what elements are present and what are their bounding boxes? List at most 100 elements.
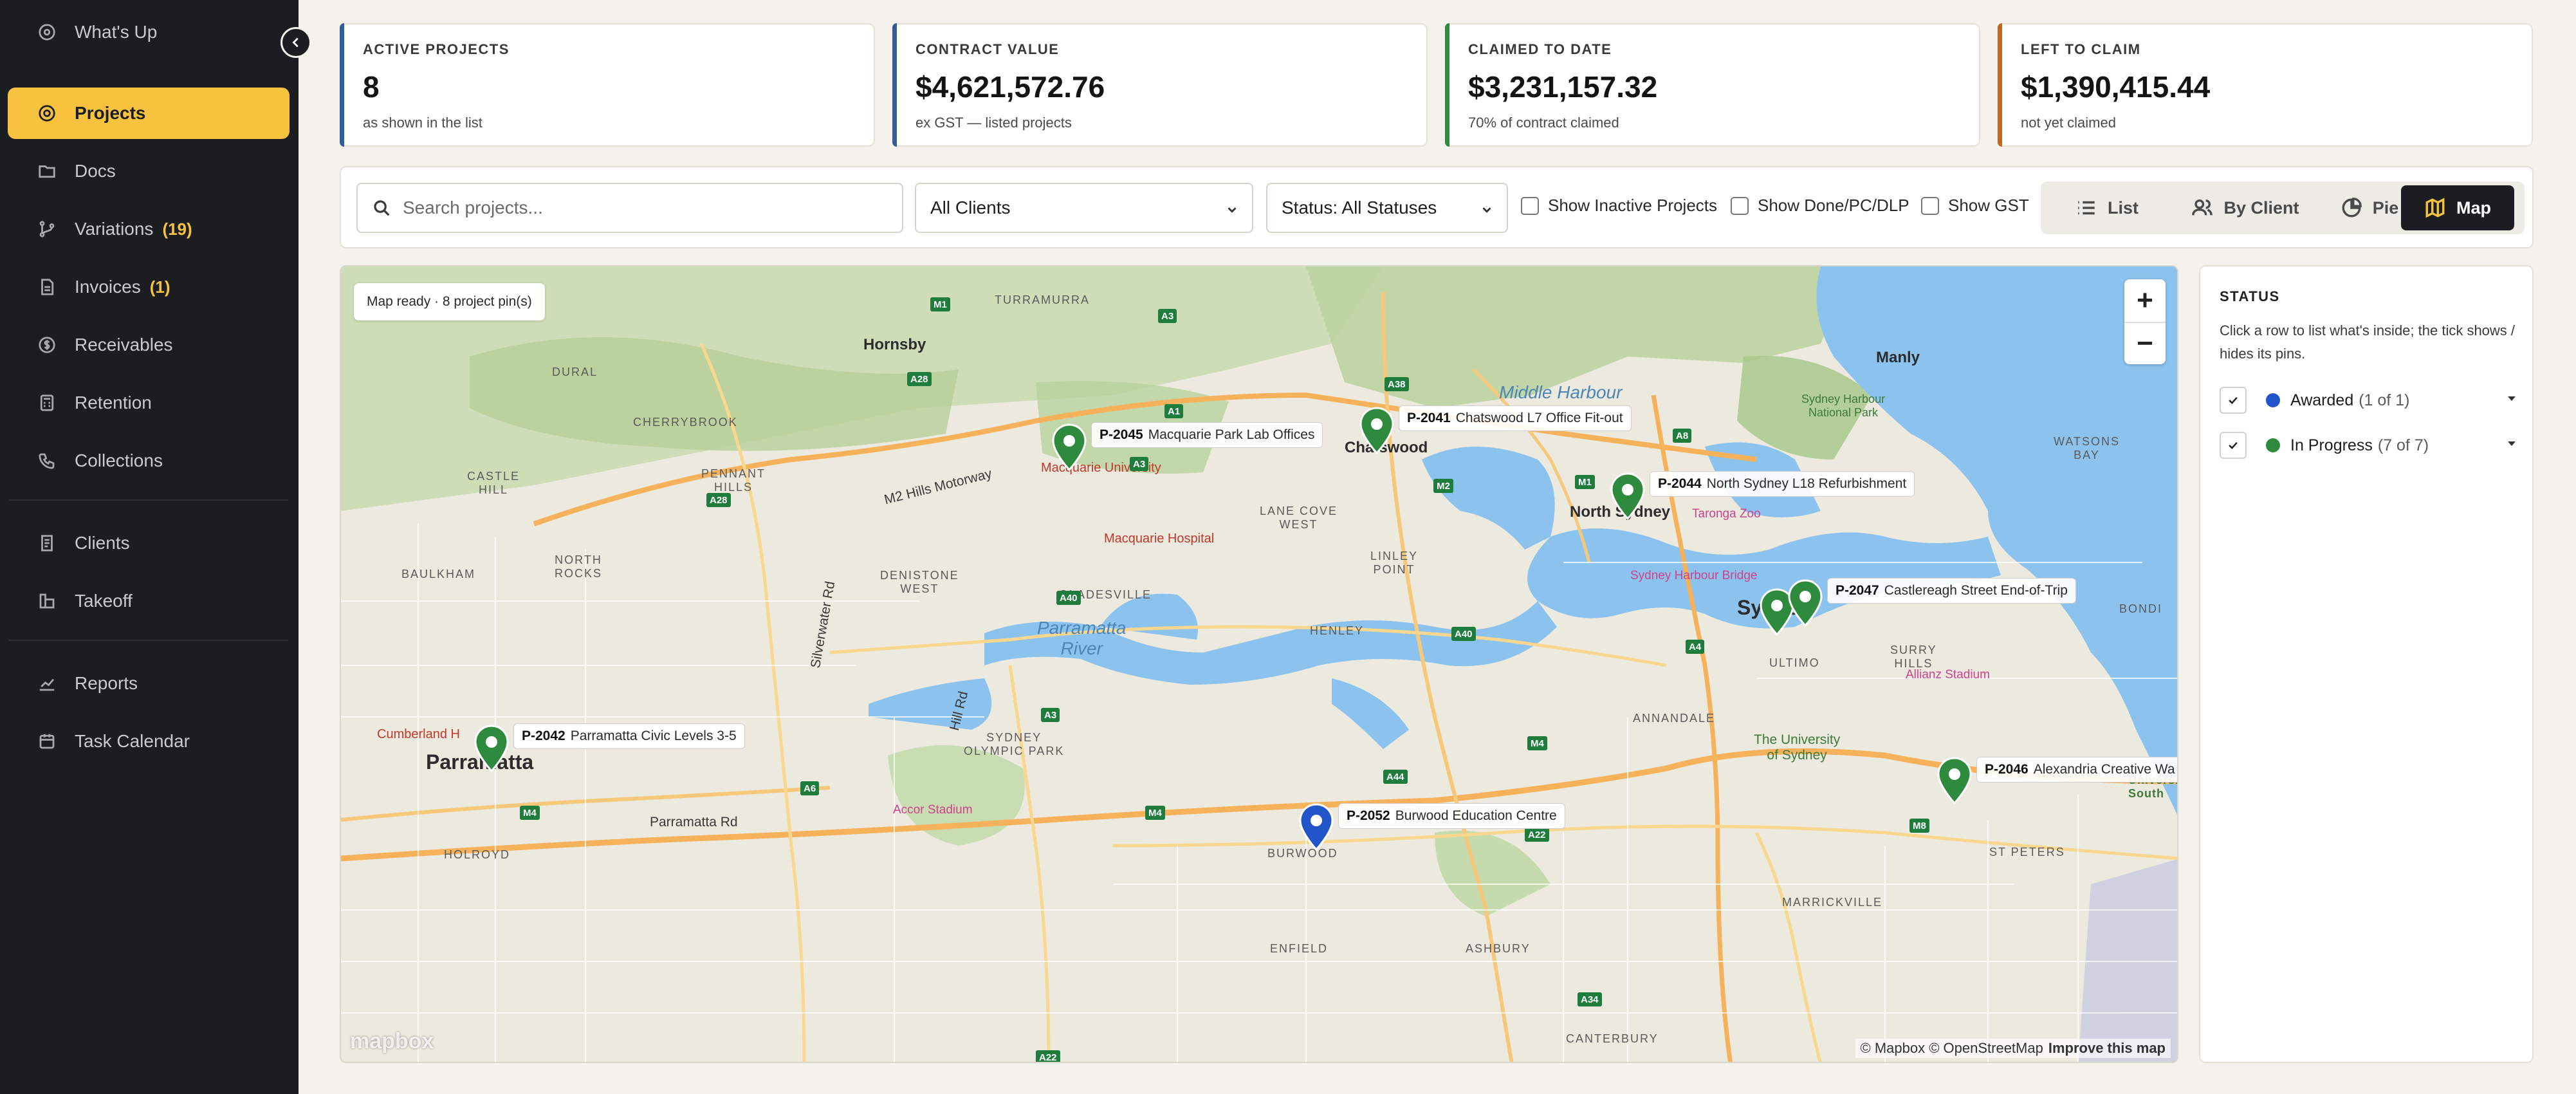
map-label-sydney-olympic-park: SYDNEY OLYMPIC PARK	[964, 731, 1065, 757]
collapse-sidebar-button[interactable]	[281, 27, 311, 58]
sidebar-item-whats-up[interactable]: What's Up	[8, 6, 290, 58]
sidebar-item-reports[interactable]: Reports	[8, 658, 290, 709]
users-icon	[2192, 199, 2213, 216]
sidebar-item-label: Retention	[75, 393, 152, 413]
pin-id: P-2047	[1835, 583, 1879, 598]
checkbox-label: Show GST	[1948, 196, 2029, 215]
map-pin-p-2052[interactable]	[1298, 803, 1334, 855]
status-panel-title: STATUS	[2220, 288, 2280, 304]
stat-label: LEFT TO CLAIM	[2021, 41, 2141, 57]
stat-value: 8	[363, 70, 380, 104]
status-select[interactable]: Status: All Statuses	[1266, 183, 1508, 233]
check-icon	[2229, 396, 2238, 404]
map-pin-p-2047[interactable]	[1787, 579, 1823, 631]
map-label-university-of-sydney: The University of Sydney	[1754, 732, 1841, 763]
map-label-accor-stadium: Accor Stadium	[893, 803, 973, 817]
ruler-icon	[37, 591, 57, 611]
map-pin-p-2041[interactable]	[1359, 407, 1395, 458]
show-inactive-checkbox[interactable]: Show Inactive Projects	[1521, 196, 1717, 216]
status-visibility-checkbox[interactable]	[2220, 387, 2247, 414]
road-shield: A1	[1164, 404, 1184, 418]
road-shield: M2	[1433, 479, 1453, 493]
sidebar-item-label: Invoices	[75, 277, 141, 297]
view-map-button[interactable]: Map	[2401, 185, 2514, 230]
road-shield: A22	[1525, 828, 1549, 842]
zoom-out-button[interactable]: −	[2124, 322, 2166, 364]
sidebar: What's Up Projects Docs Variations (19) …	[0, 0, 299, 1094]
map-pin-p-2042[interactable]	[474, 725, 510, 776]
sidebar-item-variations[interactable]: Variations (19)	[8, 203, 290, 255]
chevron-left-icon	[292, 37, 299, 48]
status-row-in-progress[interactable]: In Progress (7 of 7)	[2220, 431, 2516, 459]
map-label-taronga-zoo: Taronga Zoo	[1692, 507, 1761, 521]
road-shield: M4	[1527, 736, 1547, 750]
caret-down-icon[interactable]	[2508, 396, 2516, 401]
view-pie-button[interactable]: Pie	[2329, 185, 2410, 230]
checkbox-box[interactable]	[1521, 196, 1539, 215]
file-icon	[37, 277, 57, 297]
caret-down-icon[interactable]	[2508, 441, 2516, 446]
status-panel-help: Click a row to list what's inside; the t…	[2220, 322, 2516, 362]
sidebar-item-label: Variations	[75, 219, 154, 239]
sidebar-item-collections[interactable]: Collections	[8, 435, 290, 487]
sidebar-item-takeoff[interactable]: Takeoff	[8, 575, 290, 627]
status-select-value: Status: All Statuses	[1282, 198, 1437, 218]
map-pin-label[interactable]: P-2041 Chatswood L7 Office Fit-out	[1399, 405, 1632, 431]
status-visibility-checkbox[interactable]	[2220, 432, 2247, 459]
filter-bar: All Clients Status: All Statuses Show In…	[340, 166, 2534, 248]
search-box[interactable]	[356, 183, 903, 233]
list-icon	[2078, 201, 2095, 215]
road-shield: A3	[1041, 708, 1060, 722]
sidebar-item-label: Task Calendar	[75, 731, 190, 751]
sidebar-item-receivables[interactable]: Receivables	[8, 319, 290, 371]
map-pin-p-2045[interactable]	[1051, 423, 1087, 475]
mapbox-logo[interactable]: mapbox	[350, 1029, 434, 1054]
checkbox-box[interactable]	[1731, 196, 1749, 215]
mapbox-logo-text: mapbox	[350, 1029, 434, 1053]
stat-label: ACTIVE PROJECTS	[363, 41, 510, 57]
show-done-checkbox[interactable]: Show Done/PC/DLP	[1731, 196, 1909, 216]
client-select[interactable]: All Clients	[915, 183, 1253, 233]
map-pin-p-2046[interactable]	[1937, 757, 1973, 808]
map-label-ultimo: ULTIMO	[1769, 656, 1820, 669]
map-pin-label[interactable]: P-2042 Parramatta Civic Levels 3-5	[513, 723, 745, 749]
view-list-button[interactable]: List	[2052, 185, 2162, 230]
sidebar-item-task-calendar[interactable]: Task Calendar	[8, 716, 290, 767]
road-shield: A22	[1036, 1050, 1060, 1062]
map-label-pennant-hills: PENNANT HILLS	[701, 467, 766, 494]
sidebar-item-projects[interactable]: Projects	[8, 88, 290, 139]
view-label: Pie	[2372, 198, 2399, 218]
road-shield: A38	[1385, 377, 1409, 391]
pin-name: Chatswood L7 Office Fit-out	[1455, 411, 1623, 425]
chart-icon	[37, 674, 57, 693]
road-shield: M1	[1575, 475, 1595, 489]
search-input[interactable]	[403, 198, 892, 218]
view-by-client-button[interactable]: By Client	[2172, 185, 2319, 230]
zoom-in-button[interactable]: +	[2124, 279, 2166, 322]
improve-map-link[interactable]: Improve this map	[2048, 1040, 2166, 1056]
sidebar-item-label: Collections	[75, 450, 163, 470]
sidebar-item-label: Projects	[75, 103, 146, 123]
map-pin-p-2044[interactable]	[1610, 472, 1646, 524]
map-label-baulkham: BAULKHAM	[401, 568, 476, 580]
attribution-text[interactable]: © Mapbox © OpenStreetMap	[1861, 1040, 2043, 1056]
map-pin-label[interactable]: P-2047 Castlereagh Street End-of-Trip	[1827, 578, 2076, 604]
map-label-surry-hills: SURRY HILLS	[1890, 644, 1937, 670]
checkbox-box[interactable]	[1921, 196, 1939, 215]
sidebar-item-docs[interactable]: Docs	[8, 145, 290, 197]
sidebar-divider	[9, 640, 288, 641]
map-label-annandale: ANNANDALE	[1633, 712, 1716, 725]
map-pin-label[interactable]: P-2045 Macquarie Park Lab Offices	[1091, 422, 1323, 448]
status-row-awarded[interactable]: Awarded (1 of 1)	[2220, 386, 2516, 414]
map-pin-label[interactable]: P-2052 Burwood Education Centre	[1338, 803, 1565, 829]
sidebar-item-retention[interactable]: Retention	[8, 377, 290, 429]
map-pin-label[interactable]: P-2046 Alexandria Creative Wa	[1976, 757, 2177, 783]
map-label-turramurra: TURRAMURRA	[995, 293, 1090, 306]
sidebar-item-clients[interactable]: Clients	[8, 517, 290, 569]
map-pin-label[interactable]: P-2044 North Sydney L18 Refurbishment	[1650, 471, 1915, 497]
pie-icon	[2342, 198, 2362, 218]
show-gst-checkbox[interactable]: Show GST	[1921, 196, 2029, 216]
road-shield: A44	[1383, 770, 1408, 784]
project-map[interactable]: Hornsby Manly Chatswood North Sydney Syd…	[340, 265, 2178, 1063]
sidebar-item-invoices[interactable]: Invoices (1)	[8, 261, 290, 313]
